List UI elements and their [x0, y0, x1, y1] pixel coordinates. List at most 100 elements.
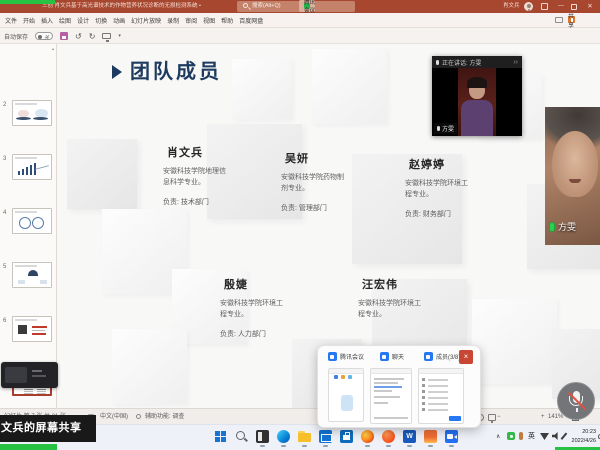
- toggle-knob-icon: [38, 35, 42, 39]
- customize-toolbar-icon[interactable]: [118, 33, 121, 39]
- close-button[interactable]: [585, 0, 595, 13]
- slide-thumbnail[interactable]: [12, 316, 52, 342]
- taskbar-preview-popup: 腾讯会议 聊天 成员(3/8): [317, 345, 481, 428]
- autosave-toggle[interactable]: 关: [35, 32, 53, 40]
- tray-mic-icon[interactable]: [519, 432, 523, 440]
- side-video-panel[interactable]: 方雯: [545, 107, 600, 245]
- account-name[interactable]: 肖文兵: [503, 0, 520, 13]
- preview-window-title[interactable]: 腾讯会议: [328, 352, 364, 361]
- member-role: 负责: 人力部门: [220, 329, 304, 339]
- collapse-chevrons-icon[interactable]: [513, 59, 518, 66]
- slide-thumbnail[interactable]: [12, 100, 52, 126]
- minimize-button[interactable]: [556, 0, 566, 13]
- restore-button[interactable]: [571, 4, 577, 10]
- tab-record[interactable]: 录制: [167, 16, 179, 25]
- preview-title-label: 聊天: [392, 352, 404, 361]
- member-desc: 安徽科技学院环境工程专业。: [405, 179, 471, 200]
- preview-title-label: 成员(3/8): [436, 352, 460, 361]
- wps-icon[interactable]: [424, 430, 437, 443]
- meeting-chip-label: 腾讯会议: [304, 0, 315, 14]
- ribbon-tabs: 文件 开始 插入 绘图 设计 切换 动画 幻灯片放映 录制 审阅 视图 帮助 百…: [5, 13, 263, 28]
- slide-thumbnail[interactable]: [12, 154, 52, 180]
- tab-transitions[interactable]: 切换: [95, 16, 107, 25]
- redo-icon[interactable]: [89, 32, 96, 41]
- search-input[interactable]: 搜索(Alt+Q): [237, 1, 355, 12]
- ime-indicator[interactable]: 英: [528, 431, 535, 441]
- file-explorer-icon[interactable]: [298, 430, 311, 443]
- preview-window-title[interactable]: 聊天: [380, 352, 404, 361]
- close-preview-button[interactable]: [459, 350, 473, 364]
- slide-number: 4: [3, 210, 11, 216]
- preview-thumbnail-members[interactable]: [418, 368, 464, 424]
- share-label: 共享: [568, 11, 575, 29]
- tab-review[interactable]: 审阅: [185, 16, 197, 25]
- meeting-mini-float-window[interactable]: [1, 362, 58, 388]
- search-icon: [243, 3, 248, 8]
- clock[interactable]: 20:23 2022/4/26: [566, 428, 596, 446]
- preview-thumbnail-meeting[interactable]: [328, 368, 364, 422]
- meeting-floating-chip[interactable]: 腾讯会议: [299, 0, 315, 12]
- edge-icon[interactable]: [277, 430, 290, 443]
- tray-expand-icon[interactable]: [496, 433, 500, 440]
- ribbon-tab-bar: 文件 开始 插入 绘图 设计 切换 动画 幻灯片放映 录制 审阅 视图 帮助 百…: [0, 13, 600, 28]
- member-desc: 安徽科技学院药物制剂专业。: [281, 173, 347, 194]
- store-icon[interactable]: [340, 430, 353, 443]
- tab-insert[interactable]: 插入: [41, 16, 53, 25]
- tab-design[interactable]: 设计: [77, 16, 89, 25]
- slide-thumbnail[interactable]: [12, 208, 52, 234]
- speaker-video-window[interactable]: 正在讲话: 方雯 方雯: [432, 56, 522, 136]
- speaking-label: 正在讲话: 方雯: [442, 58, 481, 67]
- unmute-mic-button[interactable]: [557, 382, 595, 420]
- wifi-icon[interactable]: [540, 433, 549, 440]
- mic-icon: [437, 126, 440, 131]
- accessibility-status[interactable]: 辅助功能: 调查: [145, 409, 184, 425]
- comment-icon[interactable]: [555, 17, 563, 23]
- member-role: 负责: 管理部门: [281, 203, 365, 213]
- tab-file[interactable]: 文件: [5, 16, 17, 25]
- zoom-out-icon[interactable]: [497, 409, 501, 425]
- browser-ball-icon[interactable]: [382, 430, 395, 443]
- participant-name: 方雯: [558, 220, 576, 233]
- share-button[interactable]: 共享: [568, 16, 575, 23]
- zoom-in-icon[interactable]: [541, 409, 545, 425]
- avatar[interactable]: [524, 2, 533, 11]
- volume-icon[interactable]: [552, 432, 560, 440]
- search-placeholder: 搜索(Alt+Q): [252, 1, 281, 12]
- tab-view[interactable]: 视图: [203, 16, 215, 25]
- taskbar-search-icon[interactable]: [235, 430, 248, 443]
- titlebar: 三创 肖文兵基于高光谱技术的作物营养状况诊断的无损检测系统 • 搜索(Alt+Q…: [0, 0, 600, 13]
- undo-icon[interactable]: [75, 32, 82, 41]
- member-desc: 安徽科技学院环境工程专业。: [358, 299, 424, 320]
- mail-icon[interactable]: [319, 430, 332, 443]
- start-slideshow-icon[interactable]: [102, 33, 111, 39]
- tab-baidu-netdisk[interactable]: 百度网盘: [239, 16, 263, 25]
- start-button-icon[interactable]: [214, 430, 227, 443]
- members-icon: [424, 352, 433, 361]
- word-icon[interactable]: [403, 430, 416, 443]
- tab-help[interactable]: 帮助: [221, 16, 233, 25]
- scroll-up-icon[interactable]: [50, 46, 56, 52]
- slideshow-view-icon[interactable]: [488, 414, 496, 421]
- slide-thumbnail-panel: 2 3 4 5 6 7 8: [0, 44, 57, 408]
- tab-slideshow[interactable]: 幻灯片放映: [131, 16, 161, 25]
- firefox-icon[interactable]: [361, 430, 374, 443]
- tray-time: 20:23: [566, 428, 596, 437]
- preview-window-title[interactable]: 成员(3/8): [424, 352, 460, 361]
- task-view-icon[interactable]: [256, 430, 269, 443]
- member-name: 汪宏伟: [362, 276, 442, 292]
- tray-meeting-icon[interactable]: [507, 432, 515, 440]
- ribbon-display-options-icon[interactable]: [541, 3, 548, 10]
- language-indicator[interactable]: 中文(中国): [100, 409, 128, 425]
- preview-thumbnail-chat[interactable]: [370, 368, 412, 424]
- member-role: 负责: 财务部门: [405, 209, 489, 219]
- speaker-video: 方雯: [432, 68, 522, 136]
- tencent-meeting-app-icon[interactable]: [445, 430, 458, 443]
- save-icon[interactable]: [60, 32, 68, 40]
- tab-home[interactable]: 开始: [23, 16, 35, 25]
- tab-animations[interactable]: 动画: [113, 16, 125, 25]
- slide-thumbnail[interactable]: [12, 262, 52, 288]
- slide-title: 团队成员: [130, 55, 222, 84]
- slide-number: 3: [3, 156, 11, 162]
- tab-draw[interactable]: 绘图: [59, 16, 71, 25]
- share-border-top: [0, 0, 55, 4]
